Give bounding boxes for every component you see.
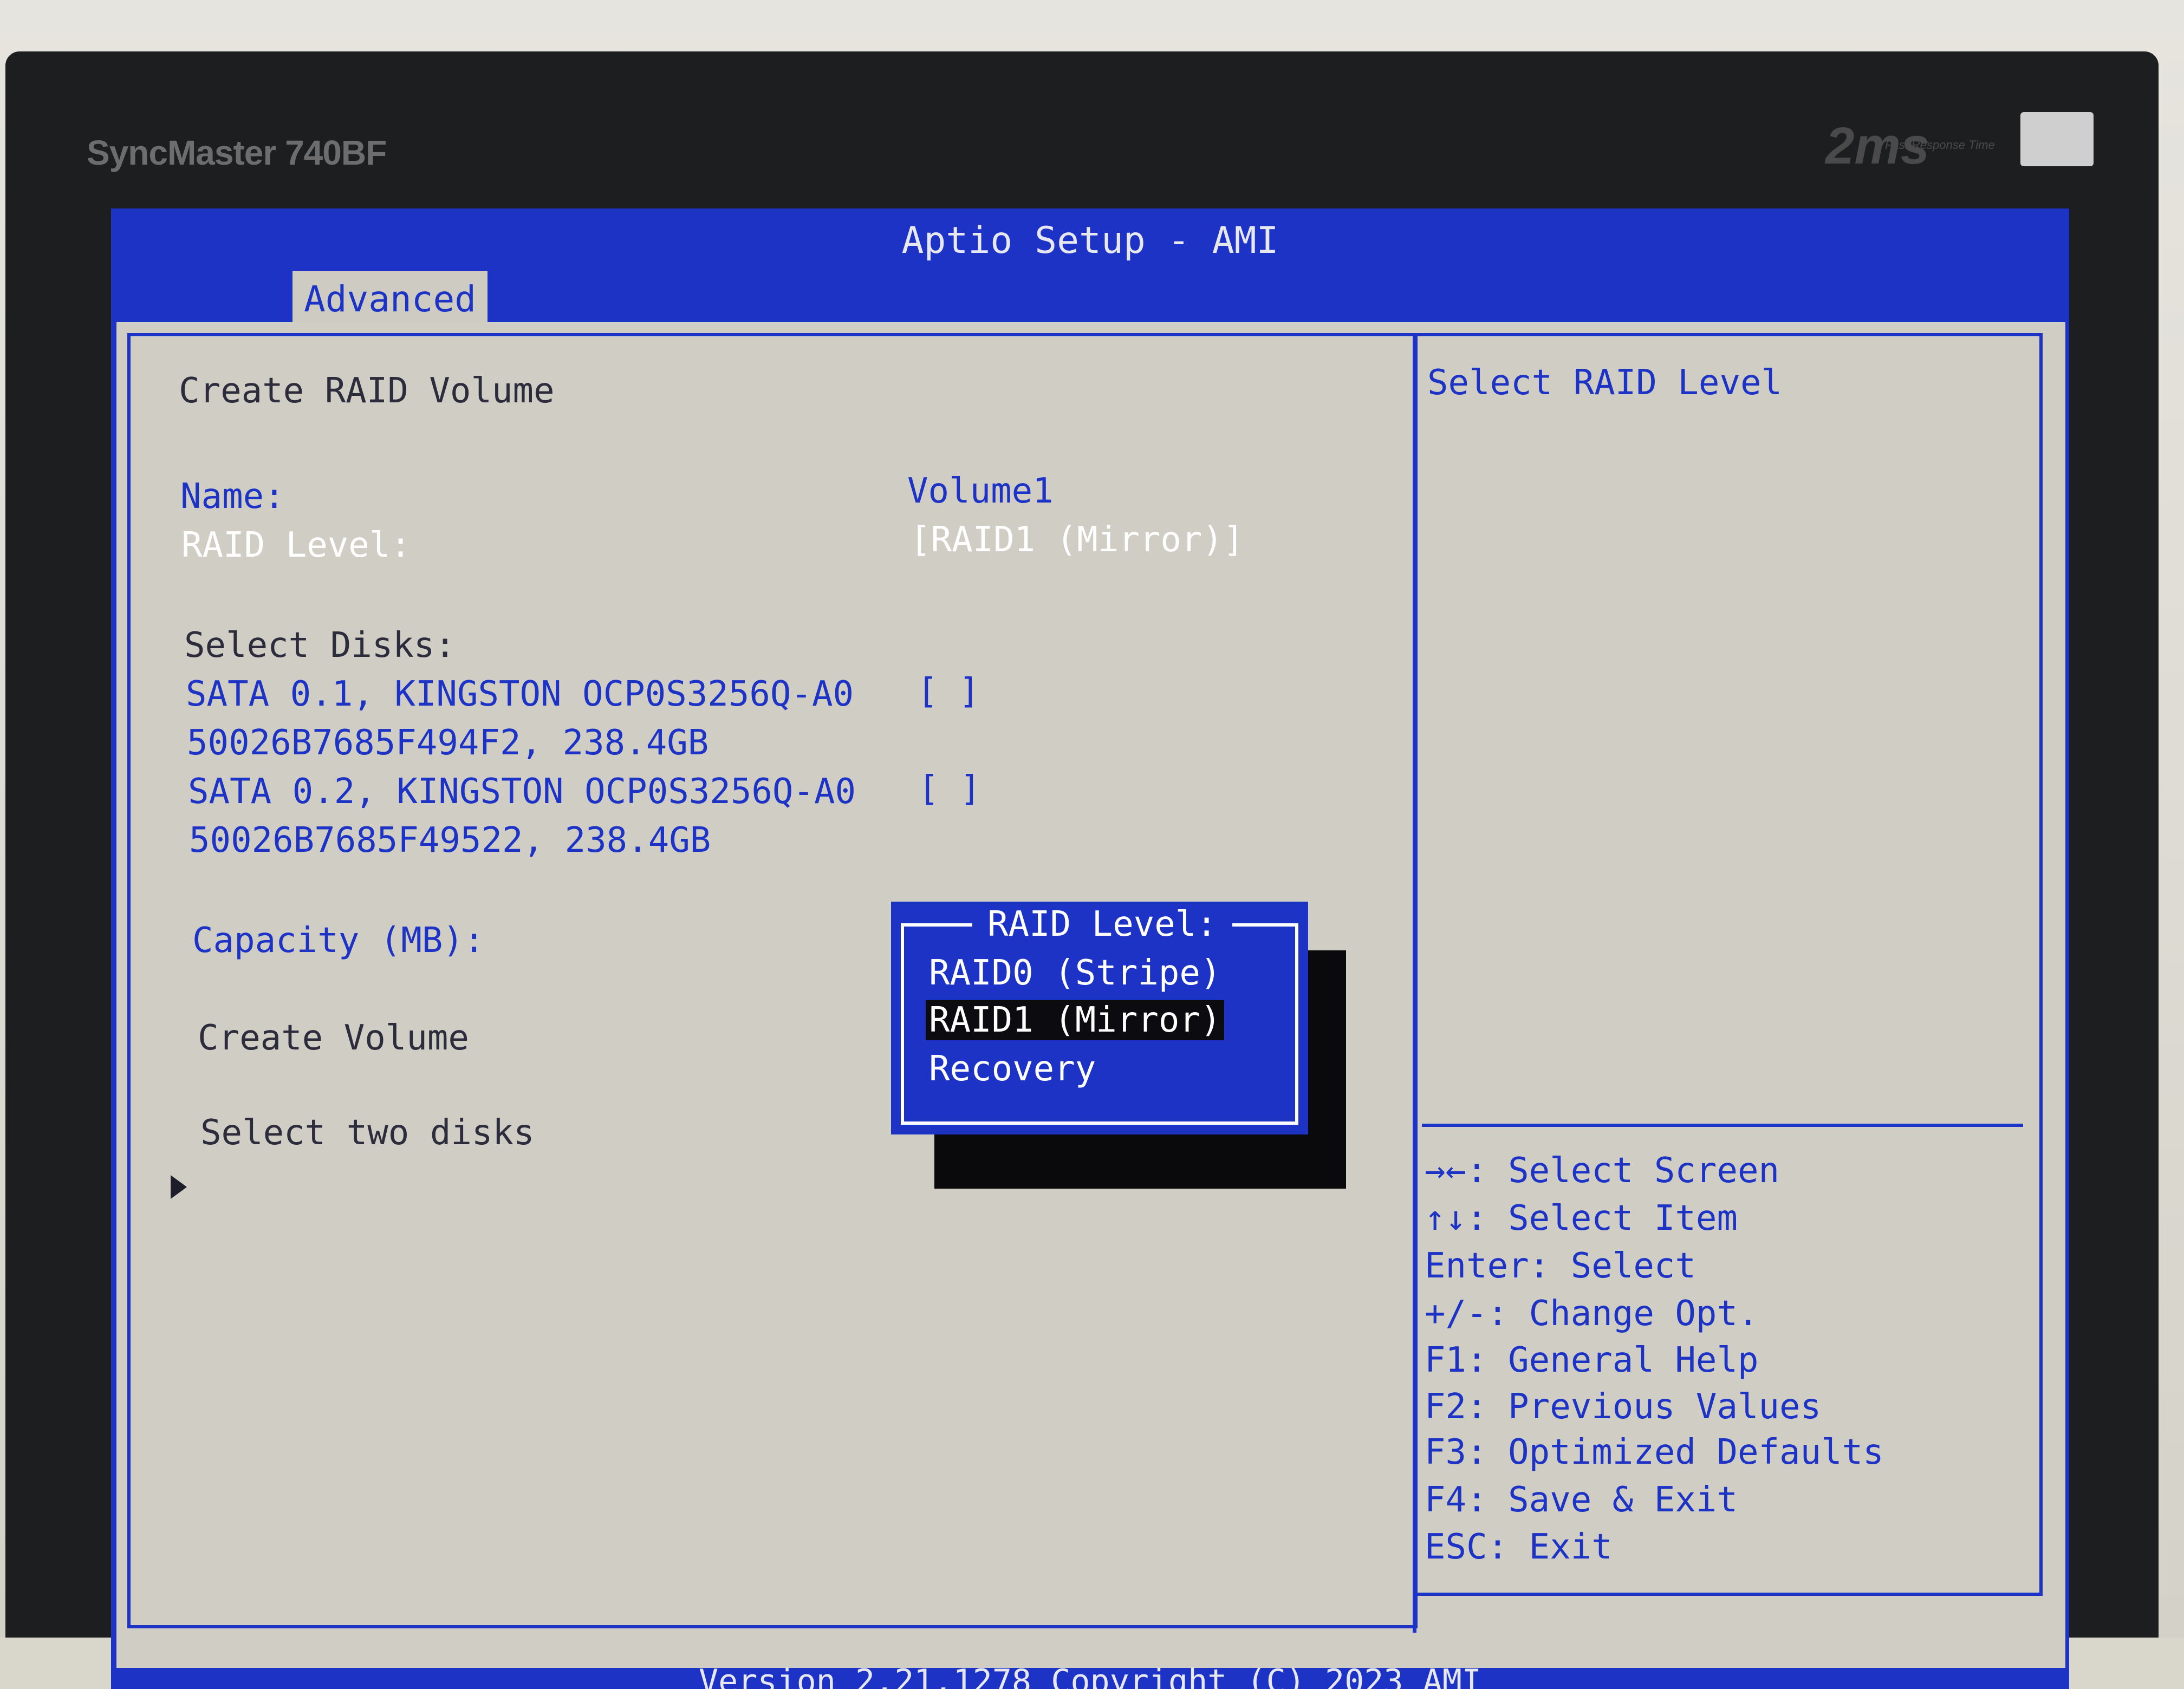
disk-2-name[interactable]: SATA 0.2, KINGSTON OCP0S3256Q-A0	[188, 772, 856, 812]
key-f1: F1: General Help	[1425, 1340, 1759, 1380]
monitor-badge-subtitle: Fast Response Time	[1885, 138, 1995, 152]
key-select-item: ↑↓: Select Item	[1425, 1198, 1738, 1238]
key-f2: F2: Previous Values	[1425, 1387, 1822, 1427]
create-volume-item[interactable]: Create Volume	[198, 1018, 469, 1058]
name-value[interactable]: Volume1	[907, 471, 1054, 511]
monitor-brand: SyncMaster 740BF	[87, 133, 387, 172]
option-raid0[interactable]: RAID0 (Stripe)	[929, 953, 1221, 993]
disk-2-serial: 50026B7685F49522, 238.4GB	[189, 820, 711, 860]
disk-1-serial: 50026B7685F494F2, 238.4GB	[187, 723, 709, 763]
select-disks-label: Select Disks:	[184, 625, 456, 666]
bios-screen: Aptio Setup - AMI Advanced Create RAID V…	[111, 208, 2069, 1689]
key-select-screen: →←: Select Screen	[1425, 1151, 1780, 1191]
disk-1-name[interactable]: SATA 0.1, KINGSTON OCP0S3256Q-A0	[186, 674, 854, 714]
page-title: Create RAID Volume	[179, 371, 555, 411]
help-divider-horizontal	[1422, 1124, 2023, 1127]
key-f4: F4: Save & Exit	[1425, 1480, 1738, 1520]
version-text: Version 2.21.1278 Copyright (C) 2023 AMI	[699, 1662, 1481, 1689]
option-recovery[interactable]: Recovery	[929, 1049, 1096, 1089]
raid-level-popup: RAID Level: RAID0 (Stripe) RAID1 (Mirror…	[891, 902, 1308, 1134]
disk-1-checkbox[interactable]: [ ]	[917, 671, 980, 712]
name-label: Name:	[180, 477, 285, 517]
option-raid1-selected[interactable]: RAID1 (Mirror)	[926, 1000, 1225, 1040]
submenu-arrow-icon	[171, 1175, 187, 1199]
hint-text: Select two disks	[200, 1113, 535, 1153]
footer-bar: Version 2.21.1278 Copyright (C) 2023 AMI	[111, 1662, 2069, 1689]
disk-2-checkbox[interactable]: [ ]	[918, 769, 981, 809]
key-enter: Enter: Select	[1425, 1246, 1696, 1286]
setup-title: Aptio Setup - AMI	[901, 219, 1279, 262]
monitor-bezel: SyncMaster 740BF 2ms Fast Response Time …	[5, 51, 2159, 1689]
panel-divider-vertical	[1413, 333, 1416, 1633]
key-f3: F3: Optimized Defaults	[1425, 1432, 1884, 1472]
monitor-sticker	[2020, 112, 2094, 166]
key-change-opt: +/-: Change Opt.	[1425, 1294, 1759, 1334]
popup-title: RAID Level:	[972, 904, 1232, 944]
raid-level-value[interactable]: [RAID1 (Mirror)]	[910, 520, 1244, 560]
help-description: Select RAID Level	[1427, 363, 1783, 403]
raid-level-label[interactable]: RAID Level:	[181, 525, 411, 565]
key-esc: ESC: Exit	[1425, 1527, 1613, 1567]
tab-advanced[interactable]: Advanced	[292, 271, 487, 328]
capacity-label: Capacity (MB):	[192, 921, 485, 961]
